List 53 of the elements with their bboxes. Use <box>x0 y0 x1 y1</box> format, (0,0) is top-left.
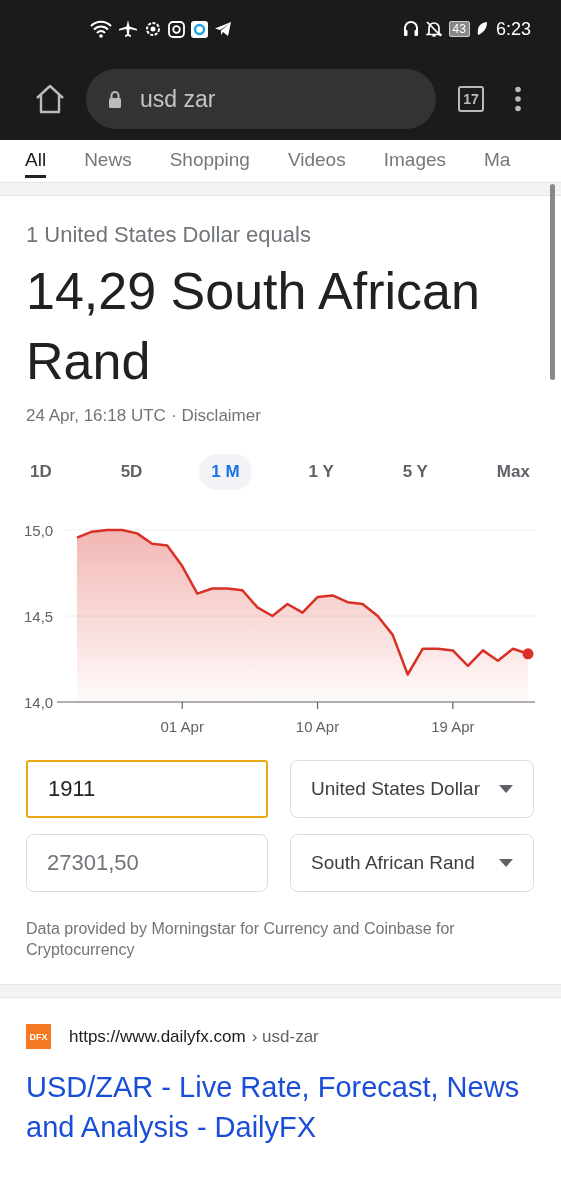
lock-icon <box>108 90 122 108</box>
y-tick-label: 14,5 <box>24 608 54 625</box>
conversion-label: 1 United States Dollar equals <box>26 222 312 248</box>
search-tab[interactable]: Ma <box>484 144 511 178</box>
range-tab[interactable]: 5D <box>108 454 155 490</box>
timestamp: 24 Apr, 16:18 UTC <box>26 406 166 426</box>
data-source-note: Data provided by Morningstar for Currency and Coinbase for Cryptocurrency <box>26 919 456 960</box>
address-bar[interactable]: usd zar <box>86 69 436 129</box>
battery-level: 43 <box>448 21 470 37</box>
current-point <box>522 648 534 660</box>
amount-field[interactable]: 27301,50 <box>26 834 268 892</box>
search-tab[interactable]: Videos <box>287 144 346 178</box>
currency-dropdown[interactable]: South African Rand <box>290 834 534 892</box>
gear-icon <box>144 20 162 38</box>
headset-icon <box>402 20 419 38</box>
site-favicon: DFX <box>26 1024 51 1049</box>
x-tick-label: 10 Apr <box>295 718 340 735</box>
disclaimer-link[interactable]: Disclaimer <box>181 406 261 426</box>
range-tab[interactable]: 1D <box>18 454 64 490</box>
range-tab[interactable]: 5 Y <box>390 454 440 490</box>
range-tab[interactable]: 1 M <box>199 454 252 490</box>
result-title-link[interactable]: USD/ZAR - Live Rate, Forecast, News and Analysis - DailyFX <box>26 1067 535 1147</box>
y-tick-label: 14,0 <box>24 694 54 711</box>
result-path: › usd-zar <box>251 1026 319 1047</box>
wifi-icon <box>90 20 112 38</box>
separator-dot: · <box>170 406 177 426</box>
search-tab[interactable]: Shopping <box>169 144 250 178</box>
y-tick-label: 15,0 <box>24 522 54 539</box>
caret-icon <box>499 785 513 793</box>
conversion-result: 14,29 South African Rand <box>26 261 481 392</box>
clock: 6:23 <box>495 18 531 40</box>
range-tab[interactable]: Max <box>484 454 542 490</box>
search-query: usd zar <box>140 85 216 113</box>
x-tick-label: 19 Apr <box>431 718 475 735</box>
search-tab[interactable]: Images <box>383 144 446 178</box>
search-tab[interactable]: News <box>84 144 132 178</box>
result-url: https://www.dailyfx.com <box>69 1026 246 1047</box>
search-tab[interactable]: All <box>25 144 47 178</box>
scrollbar[interactable] <box>550 184 555 380</box>
range-tab[interactable]: 1 Y <box>296 454 346 490</box>
leaf-icon <box>475 21 488 37</box>
x-tick-label: 01 Apr <box>160 718 204 735</box>
currency-dropdown[interactable]: United States Dollar <box>290 760 534 818</box>
airplane-icon <box>118 19 138 39</box>
caret-icon <box>499 859 513 867</box>
tab-count-button[interactable]: 17 <box>458 86 484 112</box>
amount-field[interactable]: 1911 <box>26 760 268 818</box>
paper-plane-icon <box>214 21 232 37</box>
muted-bell-icon <box>424 20 443 38</box>
camera-icon <box>168 20 185 38</box>
home-icon[interactable] <box>34 84 66 114</box>
menu-icon[interactable] <box>514 86 522 112</box>
app-icon <box>191 20 208 38</box>
